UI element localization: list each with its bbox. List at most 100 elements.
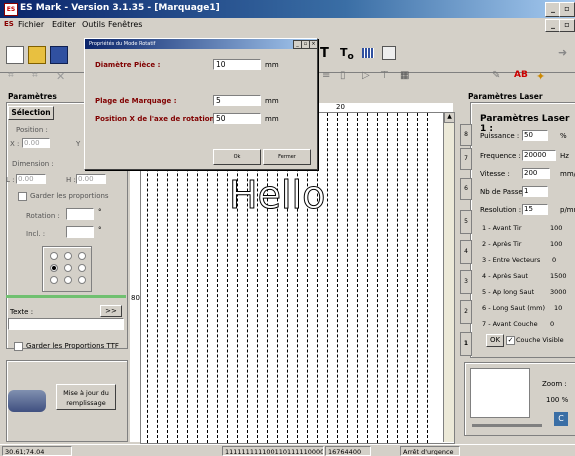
machine-icon	[8, 390, 46, 412]
puissance-input[interactable]: 50	[522, 130, 548, 141]
delay-value[interactable]: 100	[550, 224, 562, 232]
menu-fichier[interactable]: Fichier	[18, 20, 44, 29]
zoom-slider[interactable]	[472, 424, 542, 427]
menu-fenetres[interactable]: Fenêtres	[108, 20, 142, 29]
laser-tab-7[interactable]: 7	[460, 148, 472, 170]
rotation-input[interactable]	[66, 208, 94, 220]
raster-line	[387, 113, 388, 443]
open-folder-icon[interactable]	[28, 46, 46, 64]
status-bits: 111111111100110111110000	[222, 446, 324, 456]
laser-tab-3[interactable]: 3	[460, 270, 472, 294]
grid-icon[interactable]: ▦	[400, 70, 416, 86]
anchor-radio[interactable]	[78, 276, 86, 284]
align-left-icon[interactable]: ≡	[322, 70, 338, 86]
delay-value[interactable]: 1500	[550, 272, 567, 280]
text-circle-icon[interactable]: To	[340, 46, 356, 62]
laser-tab-6[interactable]: 6	[460, 178, 472, 200]
distribute-icon[interactable]: ▷	[362, 70, 378, 86]
delete-icon[interactable]: ✕	[56, 70, 72, 86]
ok-button[interactable]: OK	[486, 334, 504, 347]
delay-value[interactable]: 10	[554, 304, 562, 312]
text-expand-button[interactable]: >>	[100, 305, 122, 317]
delay-label: 5 - Ap long Saut	[482, 288, 535, 296]
laser-tab-2[interactable]: 2	[460, 300, 472, 324]
barcode-icon[interactable]	[362, 48, 374, 58]
anchor-radio[interactable]	[50, 252, 58, 260]
anchor-radio[interactable]	[64, 264, 72, 272]
raster-line	[357, 113, 358, 443]
delay-value[interactable]: 3000	[550, 288, 567, 296]
resolution-input[interactable]: 15	[522, 204, 548, 215]
dialog-close-icon[interactable]: ×	[309, 40, 318, 49]
keep-proportions-label: Garder les proportions	[30, 192, 109, 200]
arrow-icon[interactable]: ➜	[558, 46, 574, 62]
doc-icon[interactable]: ES	[4, 20, 14, 28]
scroll-up-icon[interactable]: ▲	[444, 112, 455, 123]
anchor-radio[interactable]	[50, 276, 58, 284]
range-input[interactable]: 5	[213, 95, 261, 106]
magic-wand-icon[interactable]: ✦	[536, 70, 552, 86]
dialog-ok-button[interactable]: Ok	[213, 149, 261, 165]
vertical-scrollbar[interactable]: ▲	[443, 112, 455, 442]
rotation-axis-input[interactable]: 50	[213, 113, 261, 124]
keep-ttf-label: Garder les Proportions TTF	[26, 342, 119, 350]
menu-editer[interactable]: Editer	[52, 20, 76, 29]
save-icon[interactable]	[50, 46, 68, 64]
anchor-radio-selected[interactable]	[50, 264, 58, 272]
laser-tab-5[interactable]: 5	[460, 210, 472, 234]
laser-tab-8[interactable]: 8	[460, 124, 472, 146]
x-input[interactable]: 0.00	[22, 138, 50, 148]
rotation-label: Rotation :	[26, 212, 60, 220]
text-input[interactable]	[8, 318, 124, 330]
text-tool-icon[interactable]: T	[320, 46, 336, 62]
delay-value[interactable]: 0	[552, 256, 556, 264]
anchor-radio[interactable]	[64, 276, 72, 284]
delay-label: 6 - Long Saut (mm)	[482, 304, 545, 312]
delay-value[interactable]: 0	[550, 320, 554, 328]
laser-tab-4[interactable]: 4	[460, 240, 472, 264]
keep-proportions-checkbox[interactable]	[18, 192, 27, 201]
chart-icon[interactable]: ▯	[340, 70, 356, 86]
passes-input[interactable]: 1	[522, 186, 548, 197]
visible-layer-label: Couche Visible	[516, 336, 564, 344]
align-icon-2[interactable]: ⌗	[32, 70, 48, 86]
status-emergency: Arrêt d'urgence	[400, 446, 460, 456]
keep-ttf-checkbox[interactable]	[14, 342, 23, 351]
vitesse-unit: mm/s	[560, 170, 575, 178]
title-bar: ES ES Mark - Version 3.1.35 - [Marquage1…	[0, 0, 575, 18]
update-fill-button[interactable]: Mise à jour du remplissage	[56, 384, 116, 410]
resolution-label: Resolution :	[480, 206, 522, 214]
spellcheck-icon[interactable]: AB	[514, 70, 530, 86]
y-label: Y	[76, 140, 81, 148]
delay-value[interactable]: 100	[550, 240, 562, 248]
child-restore-button[interactable]: ▫	[559, 19, 575, 32]
raster-line	[337, 113, 338, 443]
menu-outils[interactable]: Outils	[82, 20, 105, 29]
help-icon[interactable]: C	[554, 412, 568, 426]
rotation-degree: °	[98, 208, 102, 216]
preview-box	[470, 368, 530, 418]
frequence-input[interactable]: 20000	[522, 150, 556, 161]
anchor-radio[interactable]	[78, 252, 86, 260]
vitesse-input[interactable]: 200	[522, 168, 550, 179]
incl-input[interactable]	[66, 226, 94, 238]
x-label: X :	[10, 140, 20, 148]
visible-layer-checkbox[interactable]: ✓	[506, 336, 515, 345]
rotary-properties-dialog: Propriétés du Mode Rotatif _ ▫ × Diamètr…	[84, 38, 318, 170]
l-input[interactable]: 0.00	[16, 174, 46, 184]
laser-tab-1[interactable]: 1	[460, 332, 472, 356]
h-input[interactable]: 0.00	[76, 174, 106, 184]
canvas-hello-text[interactable]: Hello	[228, 173, 325, 218]
flag-icon[interactable]: ⊤	[380, 70, 396, 86]
diameter-input[interactable]: 10	[213, 59, 261, 70]
new-file-icon[interactable]	[6, 46, 24, 64]
dialog-close-button[interactable]: Fermer	[263, 149, 311, 165]
pen-icon[interactable]: ✎	[492, 70, 508, 86]
maximize-button[interactable]: ▫	[559, 2, 575, 17]
tab-selection[interactable]: Sélection	[8, 106, 54, 120]
image-icon[interactable]	[382, 46, 396, 60]
anchor-radio[interactable]	[78, 264, 86, 272]
align-icon[interactable]: ⌗	[8, 70, 24, 86]
l-label: L :	[6, 176, 15, 184]
anchor-radio[interactable]	[64, 252, 72, 260]
